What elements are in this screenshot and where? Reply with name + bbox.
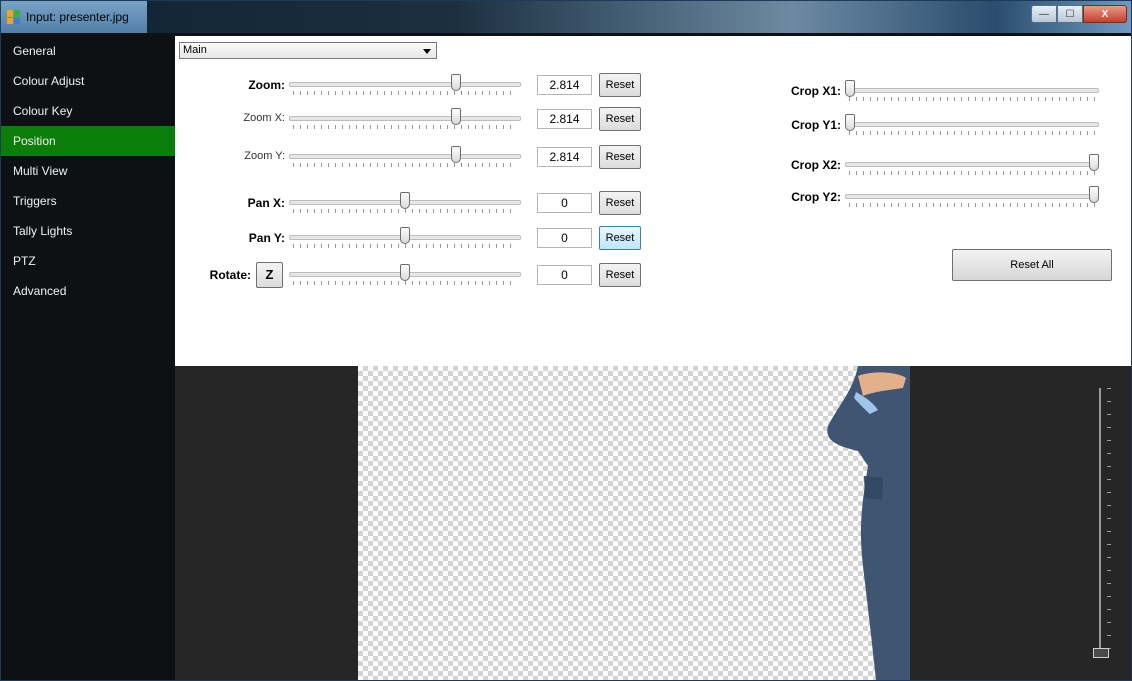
chevron-down-icon bbox=[423, 49, 431, 54]
crop-x2-row: Crop X2: bbox=[775, 152, 1105, 178]
rotate-slider-thumb[interactable] bbox=[400, 264, 410, 281]
sidebar-item-triggers[interactable]: Triggers bbox=[1, 186, 175, 216]
pan-x-value[interactable]: 0 bbox=[537, 193, 592, 213]
sidebar-item-general[interactable]: General bbox=[1, 36, 175, 66]
presenter-figure bbox=[827, 366, 910, 680]
crop-y1-row: Crop Y1: bbox=[775, 112, 1105, 138]
pan-x-slider[interactable] bbox=[289, 190, 521, 216]
crop-x1-slider-thumb[interactable] bbox=[845, 80, 855, 97]
pan-x-row: Pan X: 0 Reset bbox=[175, 190, 655, 218]
sidebar: General Colour Adjust Colour Key Positio… bbox=[1, 36, 175, 680]
rotate-row: Rotate: Z 0 Reset bbox=[175, 262, 655, 290]
pan-x-slider-thumb[interactable] bbox=[400, 192, 410, 209]
crop-y1-label: Crop Y1: bbox=[791, 118, 841, 132]
zoom-slider-thumb[interactable] bbox=[451, 74, 462, 91]
input-window: Input: presenter.jpg — ☐ X General Colou… bbox=[0, 0, 1132, 681]
preview-image bbox=[358, 366, 910, 680]
app-icon bbox=[7, 10, 20, 24]
zoom-y-row: Zoom Y: 2.814 Reset bbox=[175, 144, 655, 172]
zoom-y-slider-thumb[interactable] bbox=[451, 146, 462, 163]
crop-x1-row: Crop X1: bbox=[775, 78, 1105, 104]
crop-y2-slider[interactable] bbox=[845, 184, 1099, 210]
zoom-y-label: Zoom Y: bbox=[244, 150, 285, 162]
sidebar-item-multi-view[interactable]: Multi View bbox=[1, 156, 175, 186]
zoom-x-reset-button[interactable]: Reset bbox=[599, 107, 641, 131]
volume-slider-thumb[interactable] bbox=[1093, 648, 1109, 658]
zoom-y-reset-button[interactable]: Reset bbox=[599, 145, 641, 169]
title-bar[interactable]: Input: presenter.jpg — ☐ X bbox=[1, 1, 1131, 33]
zoom-row: Zoom: 2.814 Reset bbox=[175, 72, 655, 100]
position-panel: Main Zoom: 2.814 Reset Zoom X: 2.814 Res… bbox=[175, 36, 1131, 366]
window-title: Input: presenter.jpg bbox=[26, 10, 129, 24]
pan-y-reset-button[interactable]: Reset bbox=[599, 226, 641, 250]
zoom-x-label: Zoom X: bbox=[243, 112, 285, 124]
pan-x-reset-button[interactable]: Reset bbox=[599, 191, 641, 215]
pan-y-label: Pan Y: bbox=[248, 231, 285, 245]
rotate-value[interactable]: 0 bbox=[537, 265, 592, 285]
zoom-x-value[interactable]: 2.814 bbox=[537, 109, 592, 129]
minimize-button[interactable]: — bbox=[1031, 5, 1057, 23]
pan-y-slider-thumb[interactable] bbox=[400, 227, 410, 244]
title-tab: Input: presenter.jpg bbox=[1, 1, 147, 33]
sidebar-item-colour-adjust[interactable]: Colour Adjust bbox=[1, 66, 175, 96]
zoom-x-slider[interactable] bbox=[289, 106, 521, 132]
crop-y2-slider-thumb[interactable] bbox=[1089, 186, 1099, 203]
sidebar-item-position[interactable]: Position bbox=[1, 126, 175, 156]
crop-y2-row: Crop Y2: bbox=[775, 184, 1105, 210]
layer-select-value: Main bbox=[183, 44, 207, 56]
crop-x1-slider[interactable] bbox=[845, 78, 1099, 104]
rotate-slider[interactable] bbox=[289, 262, 521, 288]
zoom-y-slider[interactable] bbox=[289, 144, 521, 170]
reset-all-button[interactable]: Reset All bbox=[952, 249, 1112, 281]
crop-x2-slider-thumb[interactable] bbox=[1089, 154, 1099, 171]
zoom-x-slider-thumb[interactable] bbox=[451, 108, 462, 125]
sidebar-item-colour-key[interactable]: Colour Key bbox=[1, 96, 175, 126]
pan-y-value[interactable]: 0 bbox=[537, 228, 592, 248]
volume-slider[interactable] bbox=[1093, 388, 1117, 658]
close-button[interactable]: X bbox=[1083, 5, 1127, 23]
zoom-slider[interactable] bbox=[289, 72, 521, 98]
rotate-label: Rotate: bbox=[209, 268, 251, 282]
pan-y-slider[interactable] bbox=[289, 225, 521, 251]
crop-y1-slider-thumb[interactable] bbox=[845, 114, 855, 131]
rotate-z-button[interactable]: Z bbox=[256, 262, 283, 288]
maximize-button[interactable]: ☐ bbox=[1057, 5, 1083, 23]
rotate-reset-button[interactable]: Reset bbox=[599, 263, 641, 287]
sidebar-item-ptz[interactable]: PTZ bbox=[1, 246, 175, 276]
sidebar-item-tally-lights[interactable]: Tally Lights bbox=[1, 216, 175, 246]
pan-x-label: Pan X: bbox=[247, 196, 285, 210]
zoom-value[interactable]: 2.814 bbox=[537, 75, 592, 95]
crop-y2-label: Crop Y2: bbox=[791, 190, 841, 204]
layer-select[interactable]: Main bbox=[179, 42, 437, 59]
zoom-x-row: Zoom X: 2.814 Reset bbox=[175, 106, 655, 134]
zoom-y-value[interactable]: 2.814 bbox=[537, 147, 592, 167]
pan-y-row: Pan Y: 0 Reset bbox=[175, 225, 655, 253]
window-controls: — ☐ X bbox=[1031, 5, 1127, 23]
crop-x1-label: Crop X1: bbox=[790, 84, 841, 98]
sidebar-item-advanced[interactable]: Advanced bbox=[1, 276, 175, 306]
crop-y1-slider[interactable] bbox=[845, 112, 1099, 138]
crop-x2-label: Crop X2: bbox=[790, 158, 841, 172]
zoom-label: Zoom: bbox=[248, 78, 285, 92]
zoom-reset-button[interactable]: Reset bbox=[599, 73, 641, 97]
preview-area bbox=[175, 366, 1131, 680]
crop-x2-slider[interactable] bbox=[845, 152, 1099, 178]
